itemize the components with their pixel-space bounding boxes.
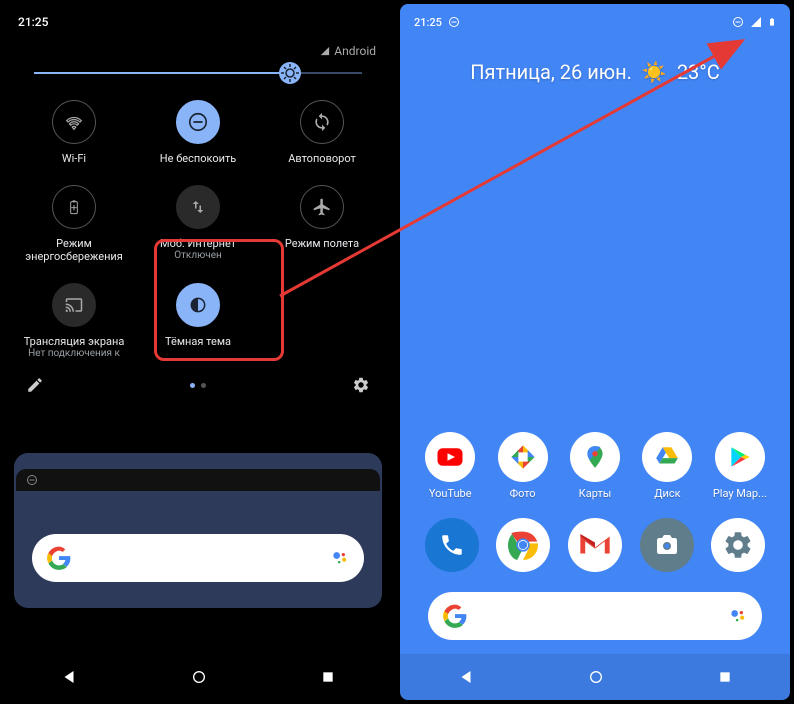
qs-tile-darktheme[interactable]: Тёмная тема	[140, 277, 256, 366]
right-phone-homescreen: 21:25 Пятница, 26 июн. ☀️ 23°C YouTube Ф…	[396, 0, 794, 704]
app-youtube[interactable]: YouTube	[416, 432, 484, 500]
qs-tile-wifi[interactable]: Wi-Fi	[16, 94, 132, 171]
apps-grid: YouTube Фото Карты Диск Play Мар...	[400, 432, 790, 500]
signal-icon	[320, 46, 330, 56]
brightness-slider[interactable]	[4, 62, 392, 94]
navbar-left	[4, 654, 392, 700]
dnd-small-icon	[26, 474, 38, 486]
search-bar-left[interactable]	[32, 534, 364, 582]
dock-camera[interactable]	[640, 518, 694, 572]
page-indicator	[190, 383, 206, 388]
nav-back-icon-right[interactable]	[457, 668, 475, 686]
edit-icon[interactable]	[26, 376, 44, 394]
left-phone-quicksettings: 21:25 Android Wi-Fi Не беспокоить Автопо…	[0, 0, 396, 704]
carrier-label: Android	[334, 44, 376, 58]
qs-tile-mobiledata[interactable]: Моб. Интернет Отключен	[140, 179, 256, 269]
navbar-right	[400, 654, 790, 700]
app-photos[interactable]: Фото	[488, 432, 556, 500]
dock	[400, 518, 790, 572]
nav-home-icon-right[interactable]	[588, 669, 604, 685]
time-right: 21:25	[414, 16, 442, 29]
google-g-icon	[46, 545, 72, 571]
app-drive[interactable]: Диск	[633, 432, 701, 500]
dnd-status-icon	[448, 16, 460, 28]
airplane-icon	[312, 197, 332, 217]
settings-icon[interactable]	[352, 376, 370, 394]
dnd-icon	[187, 111, 209, 133]
dnd-icon-right	[732, 16, 744, 28]
wifi-icon	[63, 111, 85, 133]
qs-tile-cast[interactable]: Трансляция экрана Нет подключения к	[16, 277, 132, 366]
date-weather-widget[interactable]: Пятница, 26 июн. ☀️ 23°C	[400, 40, 790, 104]
darktheme-icon	[188, 295, 208, 315]
battery-icon-right	[768, 15, 776, 29]
autorotate-icon	[312, 112, 332, 132]
google-g-icon-right	[442, 603, 468, 629]
statusbar-left: 21:25	[4, 4, 392, 40]
battery-icon	[66, 197, 82, 217]
qs-tile-dnd[interactable]: Не беспокоить	[140, 94, 256, 171]
app-maps[interactable]: Карты	[561, 432, 629, 500]
dock-chrome[interactable]	[496, 518, 550, 572]
qs-header: Android	[4, 40, 392, 62]
temp-text: 23°C	[677, 60, 720, 84]
assistant-icon[interactable]	[330, 548, 350, 568]
nav-recent-icon-right[interactable]	[717, 669, 733, 685]
dock-gmail[interactable]	[568, 518, 622, 572]
nav-back-icon[interactable]	[60, 668, 78, 686]
cast-icon	[64, 296, 84, 314]
mobiledata-icon	[189, 198, 207, 216]
nav-recent-icon[interactable]	[320, 669, 336, 685]
time: 21:25	[18, 15, 48, 29]
date-text: Пятница, 26 июн.	[470, 60, 632, 84]
qs-tile-autorotate[interactable]: Автоповорот	[264, 94, 380, 171]
search-bar-right[interactable]	[428, 592, 762, 640]
brightness-thumb-icon[interactable]	[278, 61, 302, 85]
dock-settings[interactable]	[711, 518, 765, 572]
weather-icon: ☀️	[642, 60, 667, 84]
signal-icon-right	[750, 16, 762, 28]
qs-footer	[4, 366, 392, 404]
notification-bar[interactable]	[16, 469, 380, 491]
dock-phone[interactable]	[425, 518, 479, 572]
qs-grid: Wi-Fi Не беспокоить Автоповорот Режим эн…	[4, 94, 392, 366]
assistant-icon-right[interactable]	[728, 606, 748, 626]
nav-home-icon[interactable]	[191, 669, 207, 685]
qs-tile-airplane[interactable]: Режим полета	[264, 179, 380, 269]
qs-tile-battery[interactable]: Режим энергосбережения	[16, 179, 132, 269]
statusbar-right: 21:25	[400, 4, 790, 40]
app-playstore[interactable]: Play Мар...	[706, 432, 774, 500]
